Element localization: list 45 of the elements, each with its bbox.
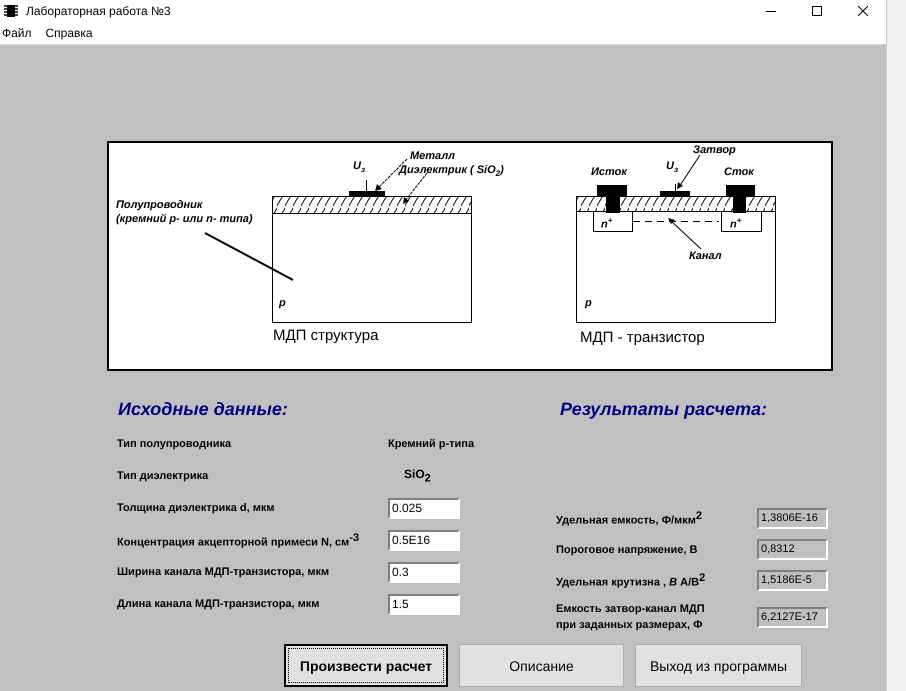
- channel-label: Канал: [689, 250, 722, 263]
- close-icon: [858, 6, 868, 16]
- substrate-label: p: [279, 297, 286, 310]
- result-field: 1,5186E-5: [757, 570, 828, 591]
- gate-voltage-label: U$_{з}$: [666, 160, 678, 176]
- input-field[interactable]: 0.5E16: [388, 530, 460, 550]
- result-label: Пороговое напряжение, В: [556, 542, 698, 558]
- semiconductor-label: Полупроводник: [116, 199, 202, 212]
- parameter-label: Ширина канала МДП-транзистора, мкм: [117, 565, 330, 580]
- result-label: Емкость затвор-канал МДП при заданных размерах, Ф: [556, 602, 706, 633]
- leader-line: [677, 154, 700, 189]
- action-button[interactable]: Произвести расчет: [284, 644, 448, 687]
- substrate-label: p: [585, 297, 592, 310]
- parameter-label: Толщина диэлектрика d, мкм: [117, 501, 276, 516]
- gate-voltage-label: U$_{з}$: [353, 160, 366, 176]
- input-field[interactable]: 1.5: [388, 594, 460, 614]
- result-field: 1,3806E-16: [757, 508, 828, 529]
- drain-label: Сток: [724, 166, 754, 179]
- parameter-label: Тип полупроводника: [117, 437, 232, 452]
- result-field: 6,2127E-17: [757, 606, 828, 628]
- gate-label: Затвор: [693, 144, 736, 157]
- menu-item[interactable]: Справка: [46, 26, 93, 40]
- input-field[interactable]: 0.3: [388, 562, 460, 582]
- result-field: 0,8312: [757, 539, 828, 560]
- transistor-caption: МДП - транзистор: [580, 329, 705, 346]
- section-heading: Результаты расчета:: [560, 398, 768, 421]
- structure-caption: МДП структура: [273, 327, 378, 344]
- input-field[interactable]: 0.025: [388, 498, 460, 518]
- parameter-label: Тип диэлектрика: [117, 469, 210, 484]
- semiconductor-note: (кремний p- или n- типа): [116, 213, 253, 226]
- maximize-icon: [812, 6, 822, 16]
- section-heading: Исходные данные:: [118, 398, 289, 421]
- action-button[interactable]: Описание: [459, 644, 624, 687]
- dielectric-label: Диэлектрик ( SiO$_{2}$): [399, 164, 504, 180]
- metal-label: Металл: [410, 150, 455, 163]
- menu-item[interactable]: Файл: [2, 26, 32, 40]
- leader-line: [668, 218, 702, 250]
- parameter-label: Длина канала МДП-транзистора, мкм: [117, 597, 320, 612]
- action-button[interactable]: Выход из программы: [635, 644, 802, 687]
- drain-region-label: n$^{+}$: [730, 215, 742, 232]
- source-region-label: n$^{+}$: [601, 215, 612, 232]
- parameter-value: Кремний p-типа: [388, 438, 474, 450]
- source-label: Исток: [591, 166, 627, 179]
- chip-icon: [4, 4, 18, 18]
- window-title: Лабораторная работа №3: [26, 4, 171, 18]
